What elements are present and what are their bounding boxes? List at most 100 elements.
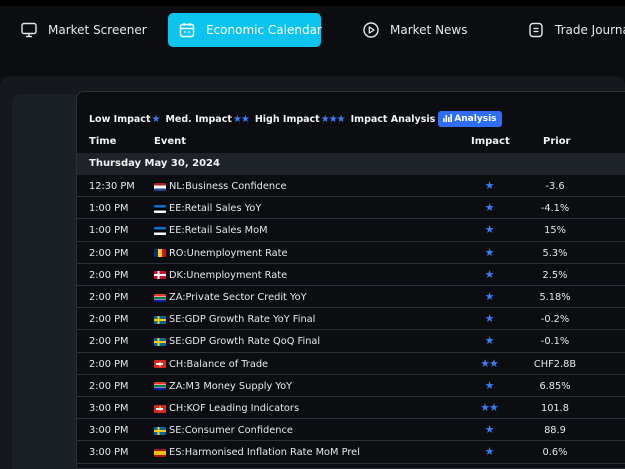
prior-value: -0.2% <box>540 314 570 326</box>
flag-ch-icon <box>154 360 166 369</box>
event-time: 2:00 PM <box>89 336 129 348</box>
event-cell: EE:Retail Sales MoM <box>154 225 268 236</box>
event-time: 2:00 PM <box>89 292 129 303</box>
table-row[interactable]: 1:00 PM EE:Retail Sales YoY ★ -4.1% <box>77 197 625 220</box>
prior-value: -0.1% <box>540 336 570 348</box>
table-row[interactable]: 3:00 PM SE:Consumer Confidence ★ 88.9 <box>77 419 625 442</box>
header-time: Time <box>89 136 117 147</box>
event-cell: ZA:M3 Money Supply YoY <box>154 381 292 392</box>
event-name: RO:Unemployment Rate <box>169 247 288 259</box>
nav-trade-journal[interactable]: Trade Journa <box>527 13 625 47</box>
top-navigation: Market Screener Economic Calendar Market… <box>0 0 625 62</box>
event-time: 2:00 PM <box>89 269 129 281</box>
event-name: ZA:M3 Money Supply YoY <box>169 380 293 392</box>
play-circle-icon <box>362 21 380 39</box>
journal-icon <box>527 21 545 39</box>
table-row[interactable]: 2:00 PM ZA:M3 Money Supply YoY ★ 6.85% <box>77 375 625 397</box>
nav-label: Trade Journa <box>555 23 625 37</box>
prior-value: -3.6 <box>545 181 565 192</box>
nav-economic-calendar[interactable]: Economic Calendar <box>168 13 322 47</box>
table-row[interactable]: 2:00 PM SE:GDP Growth Rate YoY Final ★ -0.2… <box>77 308 625 331</box>
event-cell: DK:Unemployment Rate <box>154 270 287 281</box>
header-impact: Impact <box>471 136 510 147</box>
event-name: SE:Consumer Confidence <box>169 425 293 437</box>
flag-ro-icon <box>154 249 166 258</box>
event-cell: EE:Retail Sales YoY <box>154 203 261 214</box>
top-strip <box>0 0 625 6</box>
date-label: Thursday May 30, 2024 <box>89 158 220 169</box>
impact-star-icon: ★ <box>484 179 495 192</box>
low-impact-star-icon: ★ <box>151 113 160 125</box>
impact-star-icon: ★ <box>484 378 495 392</box>
flag-dk-icon <box>154 271 166 280</box>
event-name: NL:Business Confidence <box>169 181 287 192</box>
event-cell: SE:Consumer Confidence <box>154 425 293 436</box>
event-cell: SE:GDP Growth Rate YoY Final <box>154 314 315 325</box>
event-cell: CH:KOF Leading Indicators <box>154 403 299 414</box>
analysis-button[interactable]: Analysis <box>438 111 502 127</box>
header-prior: Prior <box>543 136 571 147</box>
event-name: CH:Balance of Trade <box>169 358 269 370</box>
table-row[interactable]: 2:00 PM RO:Unemployment Rate ★ 5.3% <box>77 242 625 264</box>
table-header: Time Event Impact Prior <box>77 131 625 153</box>
flag-se-icon <box>154 315 166 324</box>
prior-value: 15% <box>544 225 566 237</box>
prior-value: 0.6% <box>542 447 568 459</box>
impact-star-icon: ★ <box>484 267 495 281</box>
event-time: 2:00 PM <box>89 380 129 392</box>
impact-star-icon: ★ <box>484 312 495 326</box>
event-name: ES:Harmonised Inflation Rate MoM Prel <box>169 447 360 459</box>
left-panel <box>12 94 84 469</box>
legend-low-label: Low Impact <box>89 113 151 125</box>
table-row[interactable]: 2:00 PM CH:Balance of Trade ★★ CHF2.8B <box>77 353 625 375</box>
monitor-icon <box>20 21 38 39</box>
nav-label: Economic Calendar <box>206 23 322 37</box>
event-cell: SE:GDP Growth Rate QoQ Final <box>154 336 320 347</box>
table-row[interactable]: 2:00 PM ZA:Private Sector Credit YoY ★ 5.18… <box>77 286 625 309</box>
economic-calendar-table: Low Impact ★ Med. Impact ★★ High Impact … <box>76 91 625 469</box>
prior-value: 2.5% <box>542 269 568 281</box>
event-name: SE:GDP Growth Rate YoY Final <box>169 314 316 326</box>
prior-value: 88.9 <box>544 425 566 437</box>
flag-se-icon <box>154 337 166 346</box>
nav-market-news[interactable]: Market News <box>362 13 468 47</box>
impact-star-icon: ★★ <box>480 356 499 370</box>
event-time: 1:00 PM <box>89 225 129 237</box>
event-time: 2:00 PM <box>89 247 129 259</box>
legend-med-label: Med. Impact <box>165 113 232 125</box>
table-row[interactable]: 2:00 PM DK:Unemployment Rate ★ 2.5% <box>77 264 625 286</box>
event-name: CH:KOF Leading Indicators <box>169 403 300 414</box>
flag-za-icon <box>154 382 166 391</box>
event-cell: NL:Business Confidence <box>154 181 287 192</box>
event-cell: ZA:Private Sector Credit YoY <box>154 292 307 303</box>
event-time: 2:00 PM <box>89 358 129 370</box>
nav-market-screener[interactable]: Market Screener <box>20 13 147 47</box>
nav-label: Market Screener <box>48 23 147 37</box>
event-cell: CH:Balance of Trade <box>154 359 268 370</box>
flag-za-icon <box>154 293 166 302</box>
flag-ee-icon <box>154 226 166 235</box>
flag-nl-icon <box>154 182 166 191</box>
event-time: 3:00 PM <box>89 403 129 414</box>
impact-star-icon: ★ <box>484 201 495 215</box>
event-name: SE:GDP Growth Rate QoQ Final <box>169 336 321 348</box>
prior-value: -4.1% <box>540 203 570 215</box>
table-row[interactable]: 3:00 PM ES:Harmonised Inflation Rate MoM … <box>77 441 625 464</box>
event-time: 3:00 PM <box>89 447 129 459</box>
calendar-icon <box>178 21 196 39</box>
prior-value: CHF2.8B <box>533 358 577 370</box>
event-cell: ES:Harmonised Inflation Rate MoM Prel <box>154 447 360 458</box>
table-row[interactable]: 1:00 PM EE:Retail Sales MoM ★ 15% <box>77 219 625 242</box>
impact-star-icon: ★ <box>484 423 495 437</box>
table-row[interactable]: 2:00 PM SE:GDP Growth Rate QoQ Final ★ -0.1… <box>77 330 625 353</box>
table-row[interactable]: 3:00 PM CH:KOF Leading Indicators ★★ 101.8 <box>77 397 625 420</box>
impact-legend: Low Impact ★ Med. Impact ★★ High Impact … <box>89 110 502 128</box>
legend-high-label: High Impact <box>254 113 320 125</box>
impact-star-icon: ★ <box>484 334 495 348</box>
impact-star-icon: ★ <box>484 290 495 303</box>
table-row[interactable]: 12:30 PM NL:Business Confidence ★ -3.6 <box>77 175 625 198</box>
flag-es-icon <box>154 448 166 457</box>
impact-analysis-label: Impact Analysis <box>350 113 436 125</box>
impact-star-icon: ★ <box>484 245 495 259</box>
event-name: ZA:Private Sector Credit YoY <box>169 292 307 303</box>
